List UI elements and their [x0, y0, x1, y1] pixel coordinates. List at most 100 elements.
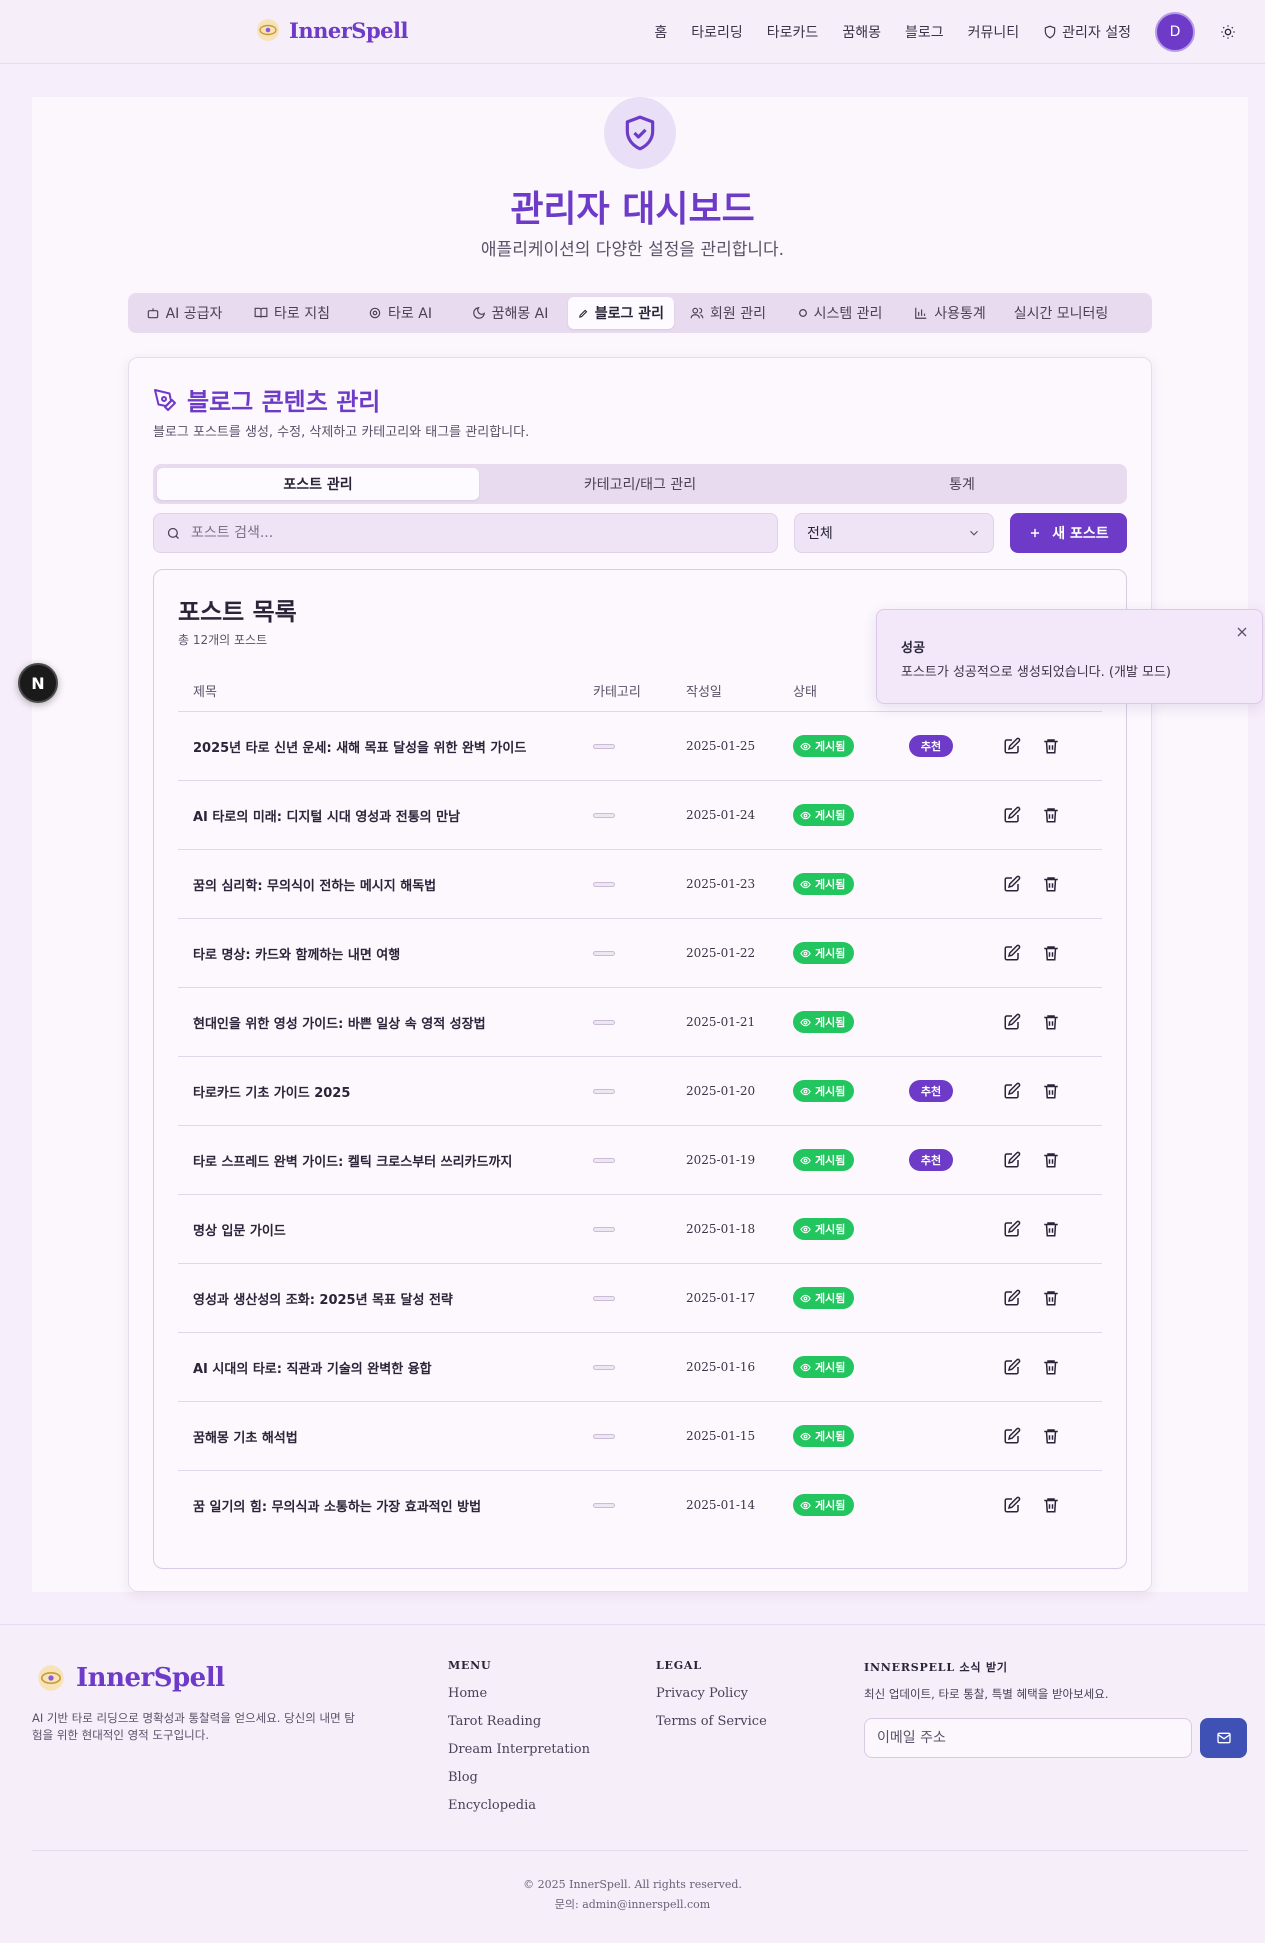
- tab-blog-management[interactable]: 블로그 관리: [568, 297, 674, 329]
- newsletter-submit-button[interactable]: [1200, 1718, 1247, 1758]
- tab-ai-provider[interactable]: AI 공급자: [132, 297, 236, 329]
- table-row: 2025년 타로 신년 운세: 새해 목표 달성을 위한 완벽 가이드 2025-…: [178, 712, 1102, 781]
- post-date: 2025-01-24: [686, 808, 756, 822]
- delete-post-button[interactable]: [1042, 1220, 1060, 1238]
- footer-link-blog[interactable]: Blog: [448, 1770, 590, 1798]
- subtab-posts[interactable]: 포스트 관리: [157, 468, 479, 500]
- tab-realtime-monitoring[interactable]: 실시간 모니터링: [1002, 297, 1120, 329]
- footer-link-encyclopedia[interactable]: Encyclopedia: [448, 1798, 590, 1826]
- edit-post-button[interactable]: [1003, 1358, 1021, 1376]
- edit-icon: [1004, 737, 1021, 754]
- status-label: 게시됨: [815, 809, 846, 822]
- delete-post-button[interactable]: [1042, 1496, 1060, 1514]
- post-title[interactable]: 타로카드 기초 가이드 2025: [193, 1082, 350, 1101]
- tab-label: 블로그 관리: [594, 306, 664, 322]
- tab-tarot-ai[interactable]: 타로 AI: [348, 297, 452, 329]
- post-list-title: 포스트 목록: [178, 598, 297, 626]
- post-count: 총 12개의 포스트: [178, 633, 268, 647]
- footer-link-terms[interactable]: Terms of Service: [656, 1714, 767, 1742]
- footer-link-dream[interactable]: Dream Interpretation: [448, 1742, 590, 1770]
- edit-post-button[interactable]: [1003, 1289, 1021, 1307]
- tab-dream-ai[interactable]: 꿈해몽 AI: [452, 297, 568, 329]
- edit-post-button[interactable]: [1003, 1496, 1021, 1514]
- post-title[interactable]: AI 타로의 미래: 디지털 시대 영성과 전통의 만남: [193, 806, 460, 825]
- edit-post-button[interactable]: [1003, 1427, 1021, 1445]
- footer-link-privacy[interactable]: Privacy Policy: [656, 1686, 767, 1714]
- edit-post-button[interactable]: [1003, 875, 1021, 893]
- post-title[interactable]: 꿈의 심리학: 무의식이 전하는 메시지 해독법: [193, 875, 436, 894]
- tab-label: AI 공급자: [165, 306, 223, 322]
- sun-icon: [1221, 25, 1235, 39]
- delete-post-button[interactable]: [1042, 1427, 1060, 1445]
- nav-tarot-cards[interactable]: 타로카드: [767, 22, 819, 42]
- brand-logo[interactable]: InnerSpell: [255, 17, 408, 43]
- dev-indicator-badge[interactable]: N: [18, 663, 58, 703]
- new-post-button[interactable]: 새 포스트: [1010, 513, 1127, 553]
- post-title[interactable]: 2025년 타로 신년 운세: 새해 목표 달성을 위한 완벽 가이드: [193, 737, 526, 756]
- delete-post-button[interactable]: [1042, 1013, 1060, 1031]
- post-title[interactable]: 꿈 일기의 힘: 무의식과 소통하는 가장 효과적인 방법: [193, 1496, 481, 1515]
- nav-blog[interactable]: 블로그: [905, 22, 944, 42]
- post-title[interactable]: 명상 입문 가이드: [193, 1220, 286, 1239]
- post-title[interactable]: 타로 명상: 카드와 함께하는 내면 여행: [193, 944, 400, 963]
- column-title: 제목: [193, 685, 217, 700]
- post-title[interactable]: 현대인을 위한 영성 가이드: 바쁜 일상 속 영적 성장법: [193, 1013, 486, 1032]
- bot-icon: [147, 308, 158, 319]
- blog-management-card: 블로그 콘텐츠 관리 블로그 포스트를 생성, 수정, 삭제하고 카테고리와 태…: [128, 357, 1152, 1592]
- edit-post-button[interactable]: [1003, 1220, 1021, 1238]
- tab-tarot-guidelines[interactable]: 타로 지침: [236, 297, 348, 329]
- category-placeholder: [593, 1158, 615, 1163]
- edit-post-button[interactable]: [1003, 737, 1021, 755]
- edit-post-button[interactable]: [1003, 806, 1021, 824]
- post-title[interactable]: 영성과 생산성의 조화: 2025년 목표 달성 전략: [193, 1289, 453, 1308]
- category-placeholder: [593, 744, 615, 749]
- delete-post-button[interactable]: [1042, 875, 1060, 893]
- delete-post-button[interactable]: [1042, 1082, 1060, 1100]
- user-avatar[interactable]: D: [1155, 12, 1195, 52]
- edit-post-button[interactable]: [1003, 944, 1021, 962]
- theme-toggle-button[interactable]: [1217, 21, 1239, 43]
- tab-member-management[interactable]: 회원 관리: [674, 297, 782, 329]
- post-title[interactable]: 타로 스프레드 완벽 가이드: 켈틱 크로스부터 쓰리카드까지: [193, 1151, 512, 1170]
- featured-badge: 추천: [909, 1080, 953, 1102]
- delete-post-button[interactable]: [1042, 1151, 1060, 1169]
- nav-community[interactable]: 커뮤니티: [968, 22, 1020, 42]
- category-placeholder: [593, 1365, 615, 1370]
- status-badge: 게시됨: [793, 1287, 855, 1309]
- nav-dream[interactable]: 꿈해몽: [842, 22, 881, 42]
- post-date: 2025-01-22: [686, 946, 756, 960]
- post-search-input[interactable]: [191, 525, 771, 541]
- subtab-categories-tags[interactable]: 카테고리/태그 관리: [479, 468, 801, 500]
- close-icon[interactable]: [1234, 624, 1250, 640]
- subtab-stats[interactable]: 통계: [801, 468, 1123, 500]
- delete-post-button[interactable]: [1042, 944, 1060, 962]
- edit-post-button[interactable]: [1003, 1151, 1021, 1169]
- nav-home[interactable]: 홈: [654, 22, 667, 42]
- tab-usage-stats[interactable]: 사용통계: [898, 297, 1002, 329]
- post-title[interactable]: AI 시대의 타로: 직관과 기술의 완벽한 융합: [193, 1358, 432, 1377]
- delete-post-button[interactable]: [1042, 806, 1060, 824]
- status-label: 게시됨: [815, 740, 846, 753]
- post-date: 2025-01-19: [686, 1153, 756, 1167]
- trash-icon: [1044, 877, 1058, 892]
- status-filter-select[interactable]: 전체: [794, 513, 994, 553]
- footer-logo[interactable]: InnerSpell: [36, 1663, 225, 1693]
- delete-post-button[interactable]: [1042, 737, 1060, 755]
- post-title[interactable]: 꿈해몽 기초 해석법: [193, 1427, 298, 1446]
- nav-admin-settings[interactable]: 관리자 설정: [1043, 22, 1131, 42]
- edit-post-button[interactable]: [1003, 1082, 1021, 1100]
- blog-card-title: 블로그 콘텐츠 관리: [187, 388, 381, 416]
- tab-label: 실시간 모니터링: [1013, 306, 1109, 322]
- footer-link-tarot-reading[interactable]: Tarot Reading: [448, 1714, 590, 1742]
- tab-system-management[interactable]: 시스템 관리: [782, 297, 898, 329]
- footer-link-home[interactable]: Home: [448, 1686, 590, 1714]
- newsletter-email-input[interactable]: [877, 1730, 1177, 1746]
- edit-post-button[interactable]: [1003, 1013, 1021, 1031]
- delete-post-button[interactable]: [1042, 1289, 1060, 1307]
- trash-icon: [1044, 946, 1058, 961]
- category-placeholder: [593, 951, 615, 956]
- post-date: 2025-01-18: [686, 1222, 756, 1236]
- nav-tarot-reading[interactable]: 타로리딩: [691, 22, 743, 42]
- delete-post-button[interactable]: [1042, 1358, 1060, 1376]
- post-date: 2025-01-15: [686, 1429, 756, 1443]
